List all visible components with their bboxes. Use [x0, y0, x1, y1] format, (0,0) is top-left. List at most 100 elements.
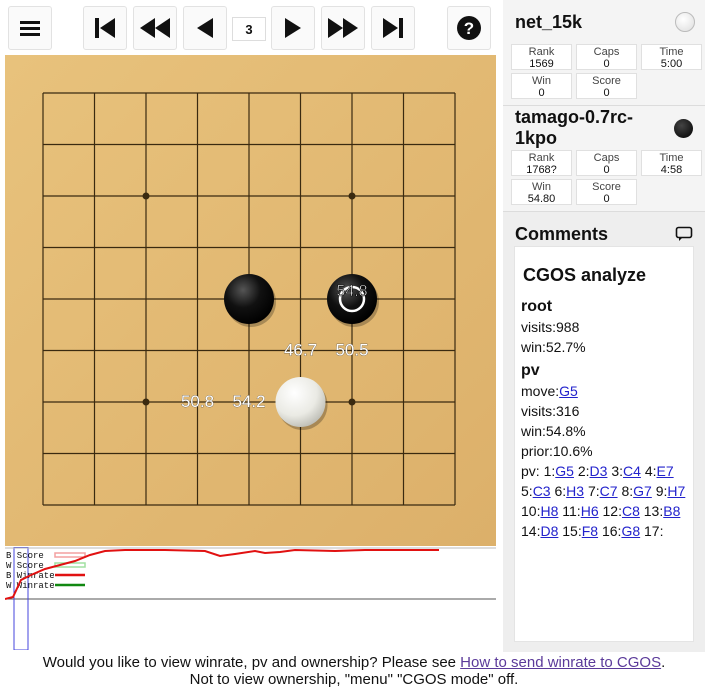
stat-value: 1569 [529, 58, 554, 70]
pv-index: 9: [655, 483, 668, 499]
player-name: net_15k [515, 11, 583, 32]
stat-value: 0 [538, 87, 545, 99]
pv-move-link[interactable]: G8 [621, 523, 640, 539]
menu-button[interactable] [8, 6, 52, 50]
pv-index: 12: [602, 503, 622, 519]
pv-prior: prior:10.6% [521, 443, 593, 459]
player-white: net_15k Rank 1569 Caps 0 Time 5:00 Win 0 Sco… [503, 0, 705, 106]
stat-rank: Rank 1768? [511, 150, 572, 176]
star-point [142, 192, 150, 200]
pv-move-link[interactable]: C8 [622, 503, 640, 519]
comments-box: CGOS analyze root visits:988 win:52.7% p… [514, 246, 694, 642]
pv-index: 1: [543, 463, 556, 479]
stat-label: Rank [528, 46, 555, 58]
stat-label: Win [532, 75, 551, 87]
pv-move-link[interactable]: E7 [657, 463, 674, 479]
pv-move-link[interactable]: C7 [600, 483, 618, 499]
pv-move-link[interactable]: H7 [667, 483, 685, 499]
candidate-winrate: 50.8 [181, 392, 214, 411]
play-backward-icon [197, 18, 213, 38]
stone-winrate-label: 54.8 [336, 283, 367, 300]
stat-time: Time 4:58 [641, 150, 702, 176]
help-button[interactable]: ? [447, 6, 491, 50]
footer-line1-suffix: . [661, 654, 666, 671]
pv-win: win:54.8% [521, 423, 586, 439]
last-move-button[interactable] [371, 6, 415, 50]
pv-index: 3: [611, 463, 624, 479]
cgos-winrate-link[interactable]: How to send winrate to CGOS [460, 654, 661, 671]
pv-move-link[interactable]: D3 [590, 463, 608, 479]
pv-move-link[interactable]: D8 [540, 523, 558, 539]
stat-value: 1768? [526, 164, 557, 176]
root-heading: root [521, 298, 553, 315]
stat-caps: Caps 0 [576, 44, 637, 70]
stat-win: Win 0 [511, 73, 572, 99]
move-link[interactable]: G5 [559, 383, 578, 399]
pv-index: 15: [562, 523, 582, 539]
help-icon: ? [457, 16, 481, 40]
pv-index: 13: [643, 503, 664, 519]
root-visits: visits:988 [521, 319, 580, 335]
stat-value: 0 [603, 87, 610, 99]
footer-line1-prefix: Would you like to view winrate, pv and o… [42, 654, 461, 671]
stat-value: 54.80 [527, 193, 556, 205]
next-move-button[interactable] [271, 6, 315, 50]
pv-move-link[interactable]: H8 [540, 503, 558, 519]
pv-move-link[interactable]: C4 [623, 463, 641, 479]
pv-move-link[interactable]: H6 [581, 503, 599, 519]
pv-move-link[interactable]: C3 [533, 483, 551, 499]
star-point [142, 398, 150, 406]
stat-value: 4:58 [660, 164, 683, 176]
pv-visits: visits:316 [521, 403, 580, 419]
chat-bubble-icon[interactable] [675, 226, 693, 242]
white-stone-icon [675, 12, 695, 32]
go-board[interactable]: 54.8 46.7 50.5 50.8 54.2 [5, 55, 496, 546]
move-number[interactable]: 3 [232, 17, 266, 41]
sidebar: net_15k Rank 1569 Caps 0 Time 5:00 Win 0 Sco… [503, 0, 705, 652]
black-stone-icon [674, 118, 693, 138]
black-stone [224, 274, 274, 324]
footer-line2: Not to view ownership, "menu" "CGOS mode… [189, 671, 519, 688]
legend-label: B Score [6, 551, 44, 561]
stat-score: Score 0 [576, 179, 637, 205]
pv-prefix: pv: [521, 463, 544, 479]
pv-move-link[interactable]: G7 [633, 483, 652, 499]
star-point [348, 398, 356, 406]
stat-time: Time 5:00 [641, 44, 702, 70]
stat-label: Caps [593, 152, 620, 164]
first-move-button[interactable] [83, 6, 127, 50]
winrate-graph[interactable]: B ScoreW ScoreB WinrateW Winrate [5, 547, 496, 650]
fast-backward-icon [140, 18, 170, 38]
fast-backward-button[interactable] [133, 6, 177, 50]
footer-text: Would you like to view winrate, pv and o… [0, 654, 708, 688]
previous-move-button[interactable] [183, 6, 227, 50]
pv-move-link[interactable]: B8 [663, 503, 680, 519]
hamburger-icon [20, 21, 40, 36]
pv-move-link[interactable]: H3 [566, 483, 584, 499]
star-point [348, 192, 356, 200]
legend-label: W Winrate [6, 581, 55, 591]
fast-forward-button[interactable] [321, 6, 365, 50]
stat-label: Time [659, 152, 684, 164]
pv-index: 4: [644, 463, 657, 479]
stat-value: 0 [603, 58, 610, 70]
pv-move-link[interactable]: F8 [582, 523, 598, 539]
legend-label: W Score [6, 561, 44, 571]
comments-title: Comments [515, 223, 609, 244]
candidate-winrate: 50.5 [335, 341, 368, 360]
pv-heading: pv [521, 362, 540, 379]
pv-sequence: pv: 1:G5 2:D3 3:C4 4:E7 5:C3 6:H3 7:C7 8… [521, 461, 687, 541]
stat-label: Score [592, 75, 621, 87]
pv-index: 16: [601, 523, 622, 539]
player-black: tamago-0.7rc-1kpo Rank 1768? Caps 0 Time 4:… [503, 106, 705, 212]
pv-index: 11: [562, 503, 581, 519]
stat-label: Caps [593, 46, 620, 58]
pv-index: 17: [644, 523, 664, 539]
pv-index: 6: [554, 483, 567, 499]
player-name: tamago-0.7rc-1kpo [515, 107, 634, 148]
stat-rank: Rank 1569 [511, 44, 572, 70]
skip-to-end-icon [383, 18, 403, 38]
move-prefix: move: [521, 383, 560, 399]
candidate-winrate: 46.7 [284, 341, 317, 360]
pv-move-link[interactable]: G5 [555, 463, 574, 479]
